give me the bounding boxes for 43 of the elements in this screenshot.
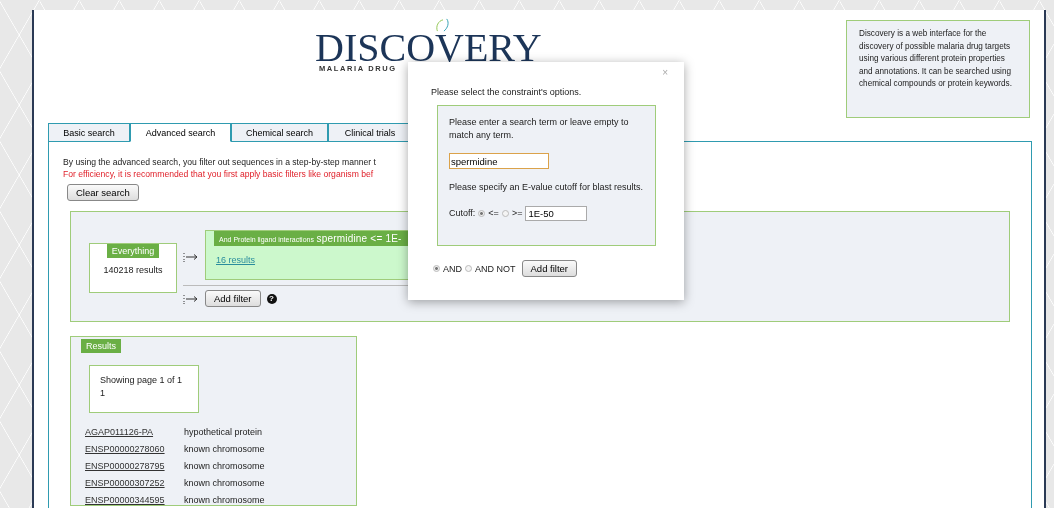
radio-button[interactable] [478,209,486,217]
tab[interactable]: Advanced search [130,123,231,142]
add-filter-button[interactable]: Add filter [521,260,577,277]
cutoff-field[interactable]: 1E-50 [525,205,588,221]
result-count: 140218 results [103,265,163,275]
radio-button[interactable] [433,265,440,272]
protein-description: known chromosome [184,477,265,489]
warning-text: For efficiency, it is recommended that you first apply basic filters like organism bef [63,168,374,180]
radio-label: <= [488,208,499,218]
add-filter-button[interactable]: Add filter [205,290,261,307]
protein-link[interactable]: ENSP00000278795 [85,460,165,472]
radio-label: AND [443,263,462,274]
radio-button[interactable] [465,265,472,272]
arrow-icon [183,293,199,304]
protein-description: known chromosome [184,494,265,506]
intro-text: By using the advanced search, you filter out sequences in a step-by-step manner t [63,156,376,168]
dialog-prompt: Please select the constraint's options. [431,86,583,98]
protein-description: known chromosome [184,460,265,472]
results-title: Results [81,339,121,353]
radio-label: >= [511,208,523,218]
protein-link[interactable]: AGAP011126-PA [85,426,154,438]
info-box: Discovery is a web interface for the discovery of possible malaria drug targets using various different protein properties and annotations. It can be searched using chemical compounds or protein keywords. [846,20,1030,118]
protein-link[interactable]: ENSP00000307252 [85,477,165,489]
term-hint: Please enter a search term or leave empty to match any term. [449,116,630,141]
tab[interactable]: Basic search [48,123,130,142]
search-term-field[interactable]: spermidine [449,153,549,169]
tab[interactable]: Chemical search [231,123,328,142]
protein-link[interactable]: ENSP00000278060 [85,443,165,455]
page-number[interactable]: 1 [100,387,105,400]
cutoff-hint: Please specify an E-value cutoff for blast results. [449,181,644,194]
arrow-icon [183,252,199,262]
protein-link[interactable]: ENSP00000344595 [85,494,165,506]
results-link[interactable]: 16 results [216,255,256,265]
node-label: Everything [106,244,160,258]
clear-search-button[interactable]: Clear search [67,184,139,201]
protein-description: known chromosome [184,443,265,455]
help-icon[interactable]: ? [266,293,277,304]
cutoff-label: Cutoff: [449,208,476,218]
radio-label: AND NOT [475,263,516,274]
pager-text: Showing page 1 of 1 [100,374,184,387]
radio-button[interactable] [501,209,509,217]
logo-title: DISCOVERY [315,32,542,64]
protein-description: hypothetical protein [184,426,263,438]
